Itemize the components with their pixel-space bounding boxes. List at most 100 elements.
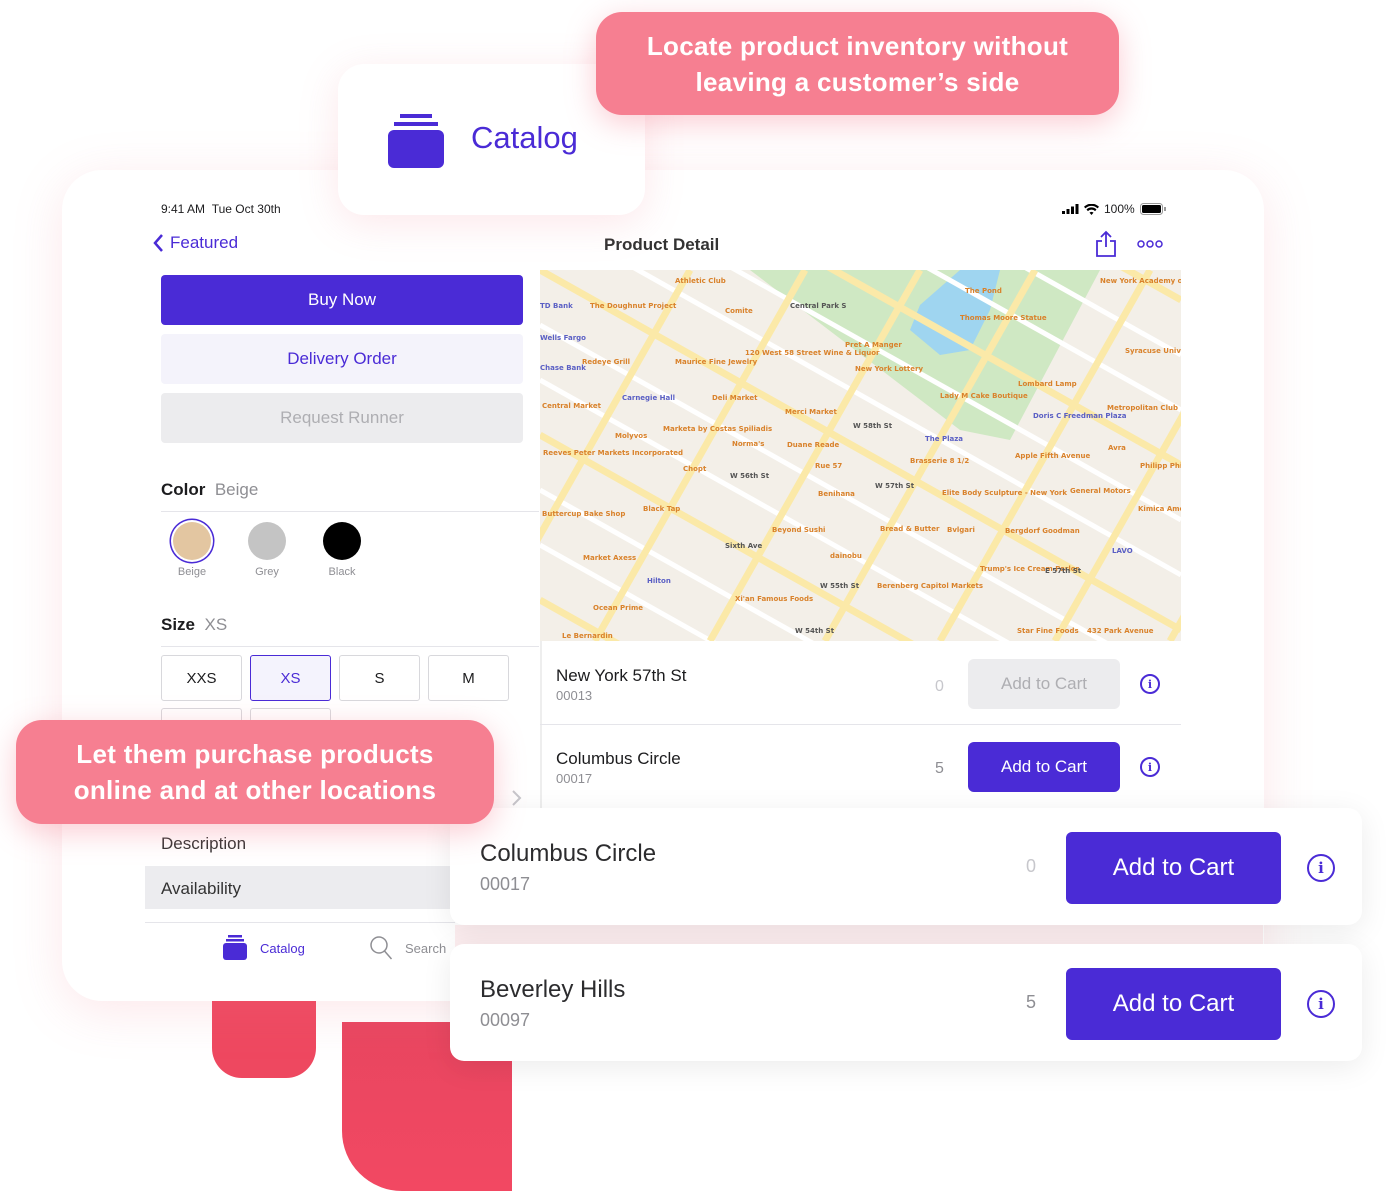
- map-label: Brasserie 8 1/2: [910, 457, 969, 465]
- status-icons: 100%: [1062, 202, 1166, 216]
- map-label: Chase Bank: [540, 364, 586, 372]
- map-label: Sixth Ave: [725, 542, 762, 550]
- map-label: Athletic Club: [675, 277, 726, 285]
- chevron-left-icon: [153, 234, 163, 252]
- map-label: Molyvos: [615, 432, 647, 440]
- map-label: Xi'an Famous Foods: [735, 595, 813, 603]
- tab-catalog[interactable]: Catalog: [222, 935, 305, 961]
- map-label: Deli Market: [712, 394, 758, 402]
- decor-shape: [212, 990, 316, 1078]
- info-icon[interactable]: i: [1140, 674, 1160, 694]
- map-label: Metropolitan Club New York: [1107, 404, 1181, 412]
- store-map[interactable]: Athletic Club TD Bank The Doughnut Project…: [540, 270, 1181, 641]
- map-label: Maurice Fine Jewelry: [675, 358, 758, 366]
- map-label: W 55th St: [820, 582, 860, 590]
- store-row: New York 57th St 00013 0 Add to Cart i: [540, 641, 1181, 725]
- color-swatch-black[interactable]: Black: [312, 522, 372, 578]
- map-label: Black Tap: [643, 505, 680, 513]
- map-label: Berenberg Capitol Markets: [877, 582, 983, 590]
- map-label: Reeves Peter Markets Incorporated: [543, 449, 683, 457]
- color-label: Color Beige: [161, 480, 259, 499]
- add-to-cart-button[interactable]: Add to Cart: [968, 742, 1120, 792]
- request-runner-button[interactable]: Request Runner: [161, 393, 523, 443]
- map-label: 120 West 58 Street Wine & Liquor: [745, 349, 880, 357]
- info-icon[interactable]: i: [1307, 854, 1335, 882]
- divider: [161, 646, 539, 647]
- map-label: Comite: [725, 307, 753, 315]
- map-label: Philipp Philipp: [1140, 462, 1181, 470]
- signal-icon: [1062, 204, 1079, 214]
- map-label: Chopt: [683, 465, 707, 473]
- map-label: W 57th St: [875, 482, 915, 490]
- map-label: New York Academy of Sciences: [1100, 277, 1181, 285]
- map-label: The Doughnut Project: [590, 302, 677, 310]
- size-label: Size XS: [161, 615, 228, 634]
- map-label: Doris C Freedman Plaza: [1033, 412, 1127, 420]
- info-icon[interactable]: i: [1307, 990, 1335, 1018]
- map-label: Thomas Moore Statue: [960, 314, 1047, 322]
- size-option[interactable]: XXS: [161, 655, 242, 701]
- map-label: Pret A Manger: [845, 341, 902, 349]
- map-label: Star Fine Foods: [1017, 627, 1079, 635]
- share-icon[interactable]: [1095, 230, 1117, 258]
- add-to-cart-button[interactable]: Add to Cart: [1066, 968, 1281, 1040]
- map-label: TD Bank: [540, 302, 573, 310]
- catalog-icon: [223, 935, 247, 960]
- search-icon: [370, 936, 393, 960]
- map-label: Wells Fargo: [540, 334, 586, 342]
- map-label: W 54th St: [795, 627, 835, 635]
- tab-search[interactable]: Search: [369, 935, 446, 961]
- map-label: Ocean Prime: [593, 604, 643, 612]
- featured-store-card: Columbus Circle 00017 0 Add to Cart i: [450, 808, 1362, 925]
- map-label: Apple Fifth Avenue: [1015, 452, 1090, 460]
- featured-store-card: Beverley Hills 00097 5 Add to Cart i: [450, 944, 1362, 1061]
- map-label: dainobu: [830, 552, 862, 560]
- divider: [161, 511, 539, 512]
- map-label: Le Bernardin: [562, 632, 613, 640]
- map-label: The Pond: [965, 287, 1002, 295]
- chevron-right-icon[interactable]: [510, 789, 524, 807]
- add-to-cart-button[interactable]: Add to Cart: [968, 659, 1120, 709]
- description-section[interactable]: Description: [161, 834, 246, 854]
- info-icon[interactable]: i: [1140, 757, 1160, 777]
- map-label: Merci Market: [785, 408, 838, 416]
- map-label: Duane Reade: [787, 441, 840, 449]
- size-option[interactable]: S: [339, 655, 420, 701]
- map-label: W 58th St: [853, 422, 893, 430]
- callout-top: Locate product inventory without leaving…: [596, 12, 1119, 115]
- size-option-selected[interactable]: XS: [250, 655, 331, 701]
- availability-section[interactable]: Availability: [145, 866, 455, 909]
- delivery-order-button[interactable]: Delivery Order: [161, 334, 523, 384]
- map-label: Syracuse University Lubin House: [1125, 347, 1181, 355]
- map-label: New York Lottery: [855, 365, 923, 373]
- map-label: Rue 57: [815, 462, 842, 470]
- map-label: Bergdorf Goodman: [1005, 527, 1080, 535]
- divider: [145, 922, 455, 923]
- map-label: Central Market: [542, 402, 602, 410]
- map-label: Redeye Grill: [582, 358, 630, 366]
- status-time: 9:41 AM Tue Oct 30th: [161, 202, 281, 216]
- map-label: W 56th St: [730, 472, 770, 480]
- add-to-cart-button[interactable]: Add to Cart: [1066, 832, 1281, 904]
- map-label: Kimica America: [1138, 505, 1181, 513]
- map-label: Avra: [1108, 444, 1126, 452]
- map-label: Beyond Sushi: [772, 526, 825, 534]
- more-icon[interactable]: [1137, 240, 1165, 248]
- map-label: Elite Body Sculpture - New York: [942, 489, 1067, 497]
- map-label: LAVO: [1112, 547, 1133, 555]
- map-label: Bvlgari: [947, 526, 975, 534]
- store-row: Columbus Circle 00017 5 Add to Cart i: [540, 725, 1181, 809]
- map-label: Bread & Butter: [880, 525, 940, 533]
- size-option[interactable]: M: [428, 655, 509, 701]
- wifi-icon: [1084, 203, 1099, 215]
- color-swatch-beige[interactable]: Beige: [162, 522, 222, 578]
- buy-now-button[interactable]: Buy Now: [161, 275, 523, 325]
- color-swatch-grey[interactable]: Grey: [237, 522, 297, 578]
- map-label: Norma's: [732, 440, 764, 448]
- back-button[interactable]: Featured: [152, 233, 238, 253]
- map-label: Hilton: [647, 577, 671, 585]
- catalog-icon: [388, 114, 444, 168]
- map-label: Marketa by Costas Spiliadis: [663, 425, 772, 433]
- callout-left: Let them purchase products online and at…: [16, 720, 494, 824]
- map-label: General Motors: [1070, 487, 1131, 495]
